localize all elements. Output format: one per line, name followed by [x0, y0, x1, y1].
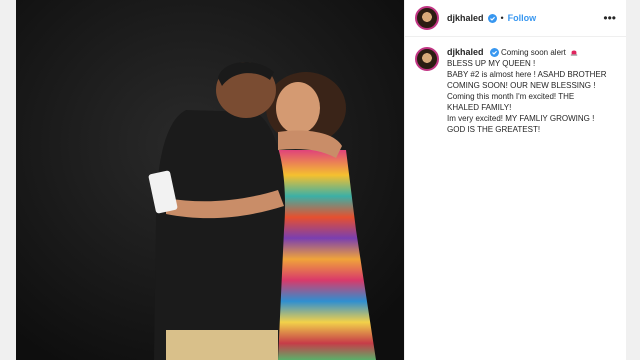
- caption-avatar[interactable]: [415, 47, 439, 71]
- caption-username-link[interactable]: djkhaled: [447, 47, 484, 57]
- photo-couple-hugging: [16, 0, 404, 360]
- caption-line: BLESS UP MY QUEEN !: [447, 59, 536, 68]
- verified-badge-icon: [489, 48, 499, 58]
- page: djkhaled • Follow ••• djkhaled Coming so…: [0, 0, 640, 360]
- verified-badge-icon: [487, 13, 497, 23]
- post-caption: djkhaled Coming soon alert BLESS UP MY Q…: [405, 37, 626, 135]
- caption-first-line: Coming soon alert: [500, 48, 566, 57]
- instagram-post: djkhaled • Follow ••• djkhaled Coming so…: [16, 0, 626, 360]
- follow-button[interactable]: Follow: [508, 13, 537, 23]
- post-sidebar: djkhaled • Follow ••• djkhaled Coming so…: [404, 0, 626, 360]
- profile-avatar[interactable]: [415, 6, 439, 30]
- post-header: djkhaled • Follow •••: [405, 0, 626, 37]
- more-options-icon[interactable]: •••: [603, 11, 616, 25]
- separator-dot: •: [500, 13, 504, 23]
- caption-text: djkhaled Coming soon alert BLESS UP MY Q…: [447, 47, 607, 135]
- caption-line: BABY #2 is almost here ! ASAHD BROTHER C…: [447, 70, 607, 112]
- caption-line: GOD IS THE GREATEST!: [447, 125, 541, 134]
- post-photo[interactable]: [16, 0, 404, 360]
- siren-emoji-icon: [570, 50, 578, 56]
- caption-line: Im very excited! MY FAMLIY GROWING !: [447, 114, 595, 123]
- username-link[interactable]: djkhaled: [447, 13, 484, 23]
